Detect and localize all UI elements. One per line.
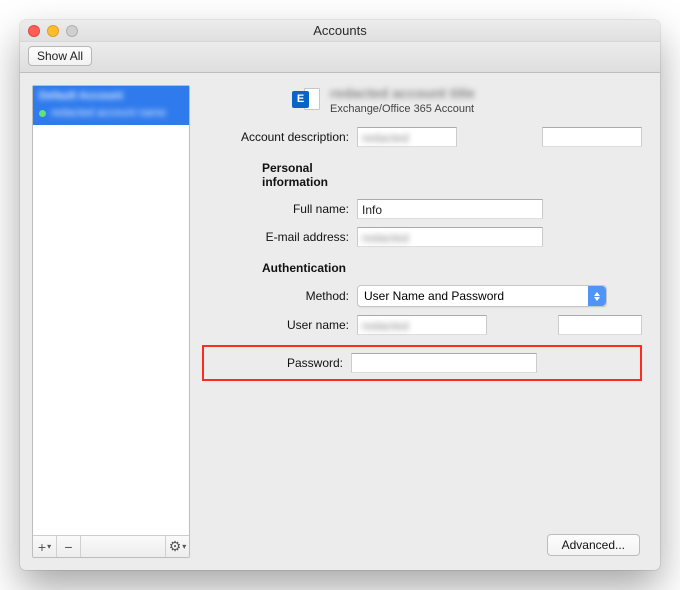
chevron-down-icon: ▾ (182, 542, 186, 551)
auth-method-value: User Name and Password (358, 289, 588, 303)
account-name: redacted account name (51, 107, 166, 119)
plus-icon: + (38, 539, 46, 555)
detail-footer: Advanced... (202, 530, 642, 558)
exchange-icon: E (292, 86, 320, 114)
status-online-icon (39, 110, 46, 117)
account-group-label: Default Account (39, 90, 123, 102)
authentication-section: Authentication (202, 261, 357, 275)
window-title: Accounts (20, 23, 660, 38)
email-input[interactable]: redacted (357, 227, 543, 247)
method-label: Method: (202, 289, 357, 303)
sidebar-footer: +▾ − ⚙︎▾ (33, 535, 189, 557)
remove-account-button[interactable]: − (57, 536, 81, 557)
account-header: E redacted account title Exchange/Office… (292, 85, 642, 115)
chevron-down-icon: ▾ (47, 542, 51, 551)
account-subtitle: Exchange/Office 365 Account (330, 103, 475, 115)
toolbar: Show All (20, 42, 660, 73)
email-label: E-mail address: (202, 230, 357, 244)
accounts-sidebar: Default Account redacted account name +▾… (32, 85, 190, 558)
account-group-header: Default Account (33, 86, 189, 104)
accounts-list: Default Account redacted account name (33, 86, 189, 535)
show-all-button[interactable]: Show All (28, 46, 92, 66)
password-label: Password: (210, 356, 351, 370)
gear-icon: ⚙︎ (169, 538, 182, 555)
minus-icon: − (64, 539, 72, 555)
settings-gear-button[interactable]: ⚙︎▾ (165, 536, 189, 557)
account-detail-panel: E redacted account title Exchange/Office… (202, 85, 648, 558)
full-name-label: Full name: (202, 202, 357, 216)
account-list-item[interactable]: redacted account name (33, 104, 189, 125)
titlebar: Accounts (20, 20, 660, 42)
window-body: Default Account redacted account name +▾… (20, 73, 660, 570)
auth-method-select[interactable]: User Name and Password (357, 285, 607, 307)
password-highlight: Password: (202, 345, 642, 381)
account-title: redacted account title (330, 85, 475, 101)
add-account-button[interactable]: +▾ (33, 536, 57, 557)
accounts-window: Accounts Show All Default Account redact… (20, 20, 660, 570)
account-description-input[interactable]: redacted (357, 127, 457, 147)
personal-info-section: Personal information (202, 161, 357, 189)
account-description-label: Account description: (202, 130, 357, 144)
select-arrows-icon (588, 286, 606, 306)
user-name-aux-input[interactable] (558, 315, 642, 335)
user-name-input[interactable]: redacted (357, 315, 487, 335)
user-name-label: User name: (202, 318, 357, 332)
password-input[interactable] (351, 353, 537, 373)
advanced-button[interactable]: Advanced... (547, 534, 640, 556)
full-name-input[interactable]: Info (357, 199, 543, 219)
account-description-aux-input[interactable] (542, 127, 642, 147)
